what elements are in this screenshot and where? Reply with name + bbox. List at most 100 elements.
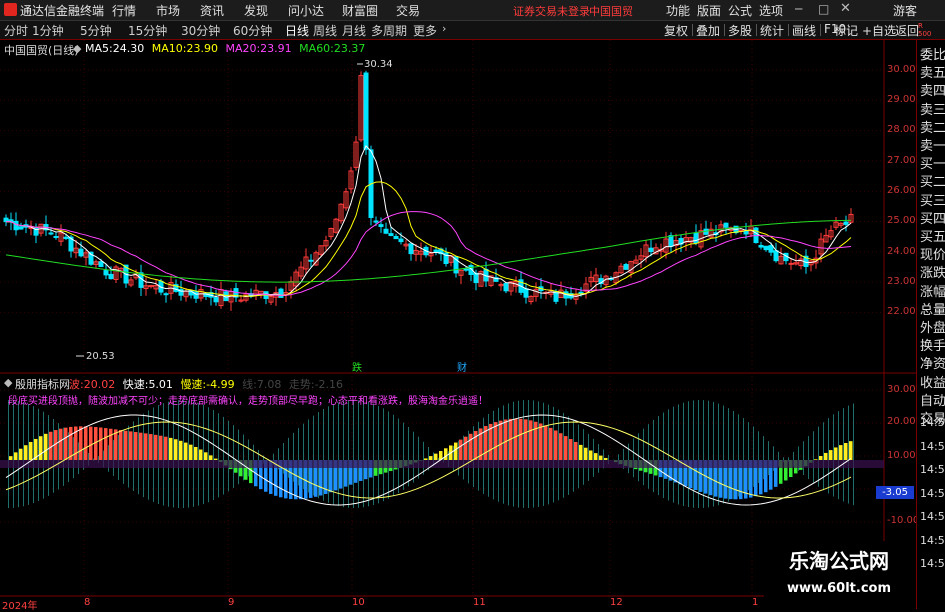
kline-chart[interactable]: [0, 40, 916, 609]
event-marker-drop[interactable]: 跌: [352, 359, 362, 374]
wave-bar: [149, 434, 153, 460]
wave-bar: [444, 448, 448, 460]
period-more[interactable]: 更多: [413, 22, 437, 39]
toolbar-divider: [756, 24, 757, 36]
candle-body: [389, 234, 393, 236]
menu-news[interactable]: 资讯: [200, 2, 224, 19]
overlay-button[interactable]: 叠加: [696, 22, 720, 39]
menu-options[interactable]: 选项: [759, 2, 783, 19]
chevron-right-icon[interactable]: ›: [442, 22, 446, 35]
fast-value: 5.01: [148, 378, 173, 391]
wave-bar: [814, 459, 818, 460]
trend-label: 走势:: [289, 378, 315, 391]
menu-layout[interactable]: 版面: [697, 2, 721, 19]
wave-bar: [574, 442, 578, 460]
date-label: 9: [228, 597, 234, 608]
menu-trade[interactable]: 交易: [396, 2, 420, 19]
panel-field-8: 买三: [920, 190, 945, 209]
period-monthly[interactable]: 月线: [342, 22, 366, 39]
quote-side-panel: 委比卖五卖四卖三卖二卖一买一买二买三买四买五现价涨跌涨幅总量外盘换手净资收益自动…: [916, 40, 945, 609]
menu-function[interactable]: 功能: [666, 2, 690, 19]
mark-button[interactable]: 标记: [834, 22, 858, 39]
period-1min[interactable]: 1分钟: [32, 22, 64, 39]
wave-bar: [174, 439, 178, 460]
wave-bar: [14, 452, 18, 460]
wave-bar: [99, 428, 103, 460]
period-15min[interactable]: 15分钟: [128, 22, 167, 39]
wave-bar: [544, 426, 548, 460]
wave-bar: [504, 420, 508, 460]
back-button[interactable]: 返回: [895, 22, 919, 39]
indicator-collapse-icon[interactable]: ◆: [4, 376, 12, 389]
panel-field-10: 买五: [920, 226, 945, 245]
wave-bar: [204, 452, 208, 460]
menu-discover[interactable]: 发现: [244, 2, 268, 19]
candle-body: [764, 246, 768, 249]
minimize-icon[interactable]: ─: [795, 2, 802, 16]
period-30min[interactable]: 30分钟: [181, 22, 220, 39]
toolbar-divider: [692, 24, 693, 36]
panel-field-0: 委比: [920, 44, 945, 63]
draw-line-button[interactable]: 画线: [792, 22, 816, 39]
current-stock-link[interactable]: 中国国贸: [589, 3, 633, 19]
restore-icon[interactable]: □: [818, 2, 829, 16]
candle-body: [409, 244, 413, 254]
wave-bar: [19, 449, 23, 460]
period-5min[interactable]: 5分钟: [80, 22, 112, 39]
wave-bar: [104, 428, 108, 460]
wave-bar: [534, 422, 538, 460]
candle-body: [399, 239, 403, 242]
menu-ask[interactable]: 问小达: [288, 2, 324, 19]
candle-body: [79, 249, 83, 256]
period-intraday[interactable]: 分时: [4, 22, 28, 39]
date-label: 11: [473, 597, 486, 608]
candle-body: [649, 248, 653, 251]
menu-markets[interactable]: 市场: [156, 2, 180, 19]
panel-toggle-icon[interactable]: R500: [918, 22, 931, 38]
price-axis-label: 22.00: [887, 306, 916, 317]
close-icon[interactable]: ✕: [840, 1, 851, 16]
candle-body: [394, 236, 398, 238]
panel-field-11: 现价: [920, 244, 945, 263]
panel-field-17: 净资: [920, 353, 945, 372]
candle-body: [759, 245, 763, 247]
menu-market[interactable]: 行情: [112, 2, 136, 19]
toolbar-divider: [724, 24, 725, 36]
wave-bar: [189, 445, 193, 460]
menu-wealth[interactable]: 财富圈: [342, 2, 378, 19]
wave-bar: [24, 445, 28, 460]
panel-field-19[interactable]: 自动: [920, 390, 945, 409]
wave-bar: [164, 437, 168, 460]
candle-body: [364, 73, 368, 149]
add-watchlist-button[interactable]: +自选: [862, 22, 896, 39]
candle-body: [464, 269, 468, 270]
date-label: 12: [610, 597, 623, 608]
period-weekly[interactable]: 周线: [313, 22, 337, 39]
candle-body: [214, 298, 218, 302]
period-60min[interactable]: 60分钟: [233, 22, 272, 39]
guest-user[interactable]: 游客: [893, 2, 917, 19]
panel-time-4: 14:56: [920, 510, 945, 523]
wave-bar: [499, 421, 503, 460]
wave-bar: [424, 458, 428, 460]
wave-bar: [849, 441, 853, 460]
multi-stock-button[interactable]: 多股: [728, 22, 752, 39]
price-axis-label: 24.00: [887, 246, 916, 257]
wave-bar: [569, 439, 573, 460]
price-axis-label: 30.00: [887, 64, 916, 75]
candle-body: [99, 262, 103, 267]
adjust-button[interactable]: 复权: [664, 22, 688, 39]
wave-bar: [434, 454, 438, 460]
login-status-link[interactable]: 证券交易未登录: [513, 3, 590, 19]
wave-bar: [824, 453, 828, 460]
toolbar-divider: [788, 24, 789, 36]
event-marker-finance[interactable]: 财: [457, 359, 467, 374]
period-multi[interactable]: 多周期: [371, 22, 407, 39]
wave-bar: [109, 429, 113, 460]
stats-button[interactable]: 统计: [760, 22, 784, 39]
wave-bar: [134, 432, 138, 460]
period-daily[interactable]: 日线: [285, 22, 309, 39]
wave-bar: [529, 420, 533, 460]
menu-formula[interactable]: 公式: [728, 2, 752, 19]
wave-bar: [454, 443, 458, 460]
